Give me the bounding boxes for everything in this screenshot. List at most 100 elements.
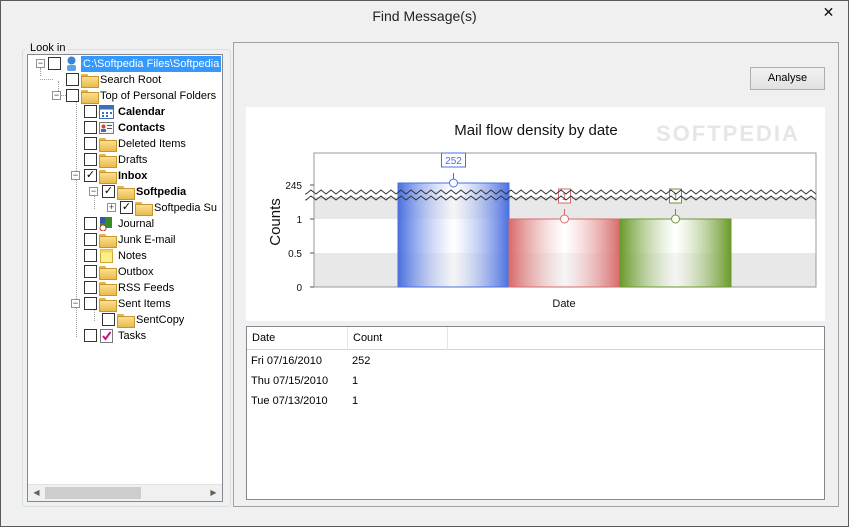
tree-node-label: Outbox (118, 266, 154, 278)
bar (619, 218, 732, 288)
look-in-label: Look in (27, 42, 69, 54)
checkbox[interactable] (66, 73, 79, 86)
tree-node-label: Softpedia (136, 186, 187, 198)
scroll-right-arrow-icon[interactable]: ▶ (205, 485, 222, 501)
folder-icon (99, 170, 117, 184)
folder-tree-content: − C:\Softpedia Files\Softpedia Search Ro… (28, 55, 222, 485)
tree-connector (40, 79, 53, 80)
tree-node-label: Search Root (100, 74, 162, 86)
contacts-icon (99, 121, 114, 135)
checkbox[interactable] (84, 249, 97, 262)
user-pst-icon (65, 56, 78, 72)
collapse-icon[interactable]: − (71, 299, 80, 308)
folder-icon (117, 186, 135, 200)
chart-svg: SOFTPEDIA Mail flow density by date Coun… (267, 121, 817, 310)
scroll-left-arrow-icon[interactable]: ◀ (28, 485, 45, 501)
tasks-icon (100, 329, 113, 343)
collapse-icon[interactable]: − (52, 91, 61, 100)
tree-horizontal-scrollbar[interactable]: ◀ ▶ (28, 484, 222, 501)
collapse-icon[interactable]: − (71, 171, 80, 180)
checkbox-checked[interactable]: ✓ (84, 169, 97, 182)
tree-connector (40, 68, 41, 76)
window-title: Find Message(s) (372, 8, 477, 24)
checkbox[interactable] (84, 217, 97, 230)
tree-node-label: Softpedia Su (154, 202, 217, 214)
folder-icon (117, 314, 135, 328)
cell-count: 252 (352, 355, 371, 367)
tree-node-label: Deleted Items (118, 138, 186, 150)
tree-node-label: Drafts (118, 154, 148, 166)
y-axis-label: Counts (267, 198, 284, 246)
table-row[interactable]: Thu 07/15/2010 1 (247, 371, 824, 391)
checkbox-checked[interactable]: ✓ (120, 201, 133, 214)
folder-icon (81, 74, 99, 88)
folder-icon (99, 234, 117, 248)
folder-icon (99, 298, 117, 312)
folder-icon (135, 202, 153, 216)
collapse-icon[interactable]: − (36, 59, 45, 68)
tree-node-label: Journal (118, 218, 155, 230)
scroll-thumb[interactable] (45, 487, 141, 499)
folder-icon (99, 266, 117, 280)
column-header-date[interactable]: Date (247, 327, 348, 350)
checkbox[interactable] (84, 265, 97, 278)
bar (508, 218, 621, 288)
y-tick-label: 1 (296, 215, 302, 226)
data-point-marker (560, 214, 569, 224)
grid-band (314, 153, 816, 183)
checkbox-checked[interactable]: ✓ (102, 185, 115, 198)
tree-node-label: Tasks (118, 330, 147, 342)
checkbox[interactable] (84, 153, 97, 166)
folder-tree[interactable]: − C:\Softpedia Files\Softpedia Search Ro… (27, 54, 223, 502)
mail-flow-chart: SOFTPEDIA Mail flow density by date Coun… (246, 107, 825, 321)
tree-node-label: RSS Feeds (118, 282, 175, 294)
tree-node-label: Top of Personal Folders (100, 90, 217, 102)
find-messages-window: Find Message(s) ✕ Look in − C:\Softpedia… (0, 0, 849, 527)
y-tick-label: 0 (296, 283, 302, 294)
tree-node-label: C:\Softpedia Files\Softpedia (81, 56, 222, 72)
column-header-count[interactable]: Count (348, 327, 448, 350)
watermark-text: SOFTPEDIA (656, 121, 800, 146)
checkbox[interactable] (84, 297, 97, 310)
checkbox[interactable] (84, 121, 97, 134)
checkbox[interactable] (102, 313, 115, 326)
results-grid[interactable]: Date Count Fri 07/16/2010 252 Thu 07/15/… (246, 326, 825, 500)
data-point-marker (671, 214, 680, 224)
close-button[interactable]: ✕ (811, 2, 846, 22)
checkbox[interactable] (84, 281, 97, 294)
tree-node-label: Junk E-mail (118, 234, 176, 246)
tree-node-label: Sent Items (118, 298, 171, 310)
chart-title: Mail flow density by date (454, 122, 617, 139)
folder-icon (99, 154, 117, 168)
checkbox[interactable] (84, 329, 97, 342)
client-area: Look in − C:\Softpedia Files\Softpedia S… (9, 32, 840, 519)
checkbox[interactable] (84, 233, 97, 246)
notes-icon (100, 249, 113, 263)
checkbox[interactable] (84, 137, 97, 150)
folder-icon (81, 90, 99, 104)
tree-node-label: Notes (118, 250, 147, 262)
y-tick-label: 0.5 (288, 249, 302, 260)
x-axis-label: Date (552, 298, 575, 310)
chart-plot: 00.512452521 1 (285, 152, 817, 294)
folder-icon (99, 282, 117, 296)
checkbox[interactable] (66, 89, 79, 102)
cell-count: 1 (352, 395, 359, 407)
tree-node-label: SentCopy (136, 314, 185, 326)
checkbox-root[interactable] (48, 57, 61, 70)
tree-node-label: Calendar (118, 106, 166, 118)
collapse-icon[interactable]: − (89, 187, 98, 196)
expand-icon[interactable]: + (107, 203, 116, 212)
grid-header: Date Count (247, 327, 824, 350)
table-row[interactable]: Fri 07/16/2010 252 (247, 351, 824, 371)
title-bar: Find Message(s) ✕ (1, 1, 848, 32)
checkbox[interactable] (84, 105, 97, 118)
folder-icon (99, 138, 117, 152)
results-panel: Analyse SOFTPEDIA Mail flow density by d… (233, 42, 839, 507)
table-row[interactable]: Tue 07/13/2010 1 (247, 391, 824, 411)
analyse-button[interactable]: Analyse (750, 67, 825, 90)
data-point-marker (449, 178, 458, 188)
tree-node-label: Inbox (118, 170, 148, 182)
calendar-icon (99, 105, 114, 119)
cell-date: Tue 07/13/2010 (251, 395, 328, 407)
